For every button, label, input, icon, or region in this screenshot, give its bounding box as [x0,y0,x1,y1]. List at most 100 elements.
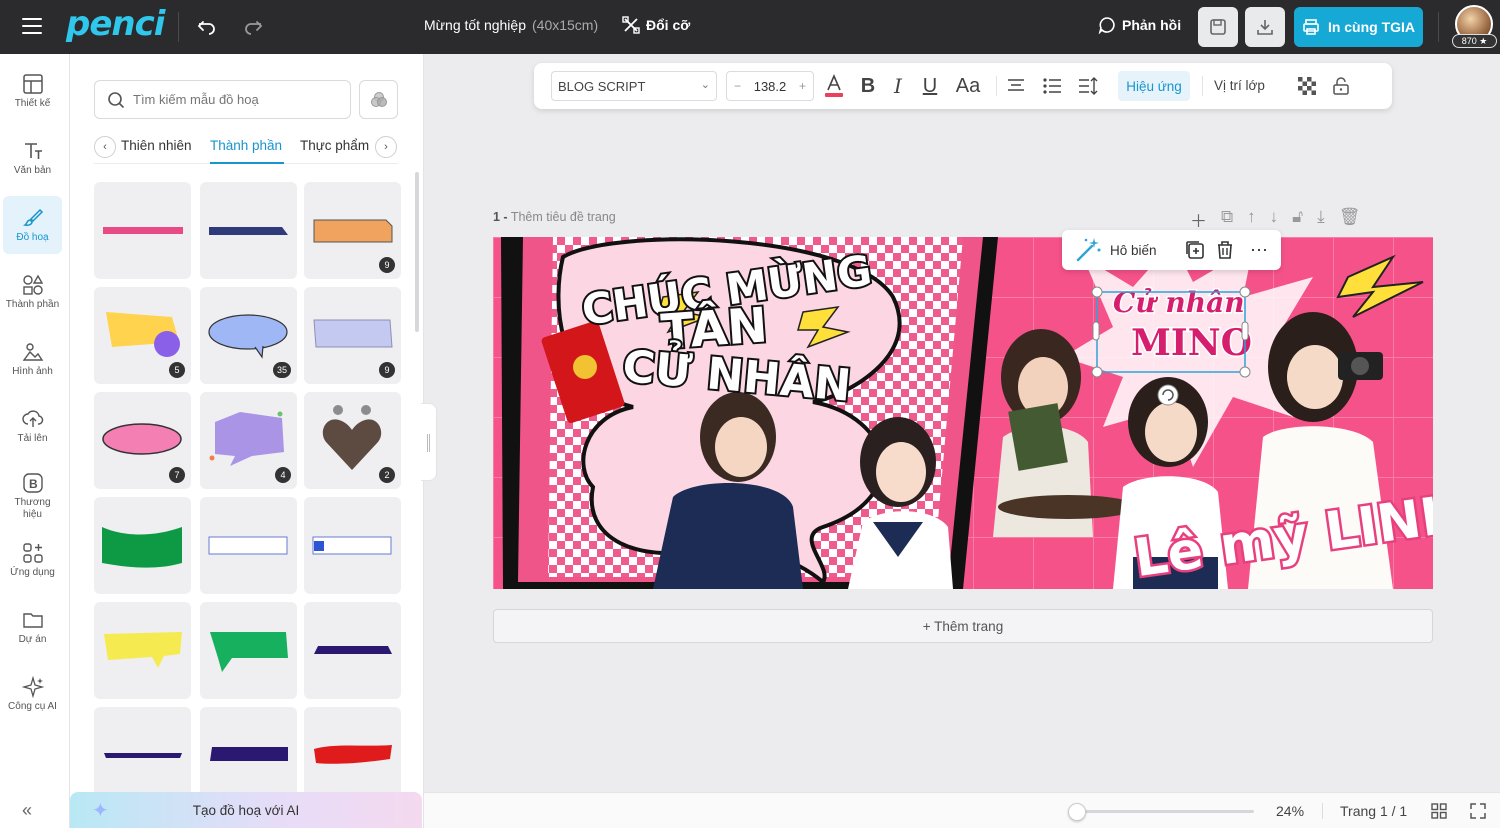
graphic-tile[interactable] [200,707,297,794]
underline-button[interactable]: U [918,71,942,101]
graphic-tile[interactable]: 4 [200,392,297,489]
tab-nature[interactable]: Thiên nhiên [121,138,192,153]
bold-button[interactable]: B [856,71,880,101]
spacing-button[interactable] [1076,71,1100,101]
increase-size-button[interactable]: + [799,79,806,93]
italic-button[interactable]: I [886,71,910,101]
more-options-icon[interactable]: ⋯ [1250,240,1269,261]
graphic-tile[interactable]: 9 [304,287,401,384]
color-filter-button[interactable] [359,80,398,119]
graphic-tile[interactable] [94,497,191,594]
graphic-tile[interactable]: 5 [94,287,191,384]
rail-item-images[interactable]: Hình ảnh [3,330,62,388]
tab-food[interactable]: Thực phẩm [300,138,369,153]
element-toolbar: Hô biến ⋯ [1062,230,1281,270]
resize-button[interactable]: Đổi cỡ [622,16,690,34]
text-color-button[interactable] [822,71,846,101]
effects-button[interactable]: Hiệu ứng [1118,71,1190,101]
list-button[interactable] [1040,71,1064,101]
rail-item-design[interactable]: Thiết kế [3,62,62,120]
export-page-icon[interactable]: ⤓ [1317,207,1325,232]
rail-item-text[interactable]: Văn bản [3,129,62,187]
document-title[interactable]: Mừng tốt nghiệp (40x15cm) [424,17,598,33]
save-button[interactable] [1198,7,1238,47]
document-size: (40x15cm) [532,17,599,33]
zoom-slider[interactable] [1068,810,1254,813]
search-input[interactable] [133,92,333,107]
font-size-stepper[interactable]: − 138.2 + [726,71,814,101]
search-box[interactable] [94,80,351,119]
magic-edit-button[interactable]: Hô biến [1110,243,1176,258]
graphic-tile[interactable] [304,497,401,594]
add-page-button[interactable]: + Thêm trang [493,609,1433,643]
variant-count-badge: 7 [169,467,185,483]
graphic-tile[interactable] [304,707,401,794]
chevron-left-icon[interactable]: ‹ [94,136,116,158]
duplicate-page-icon[interactable]: ⧉ [1221,207,1233,232]
rail-item-apps[interactable]: Ứng dụng [3,531,62,589]
align-center-button[interactable] [1004,71,1028,101]
duplicate-icon[interactable] [1184,239,1206,261]
menu-icon[interactable] [22,18,42,34]
rail-item-brand[interactable]: B Thương hiệu [3,464,62,528]
graphic-tile[interactable]: 2 [304,392,401,489]
rail-item-elements[interactable]: Thành phần [3,263,62,321]
graphic-tile[interactable] [94,602,191,699]
download-button[interactable] [1245,7,1285,47]
graphic-tile[interactable] [94,707,191,794]
font-select[interactable]: BLOG SCRIPT ⌄ [551,71,717,101]
lock-page-icon[interactable]: 🔓︎ [1292,207,1303,232]
graphic-tile[interactable]: 9 [304,182,401,279]
tab-components[interactable]: Thành phần [210,138,282,153]
graphics-grid: 9 5 35 9 7 4 2 [94,182,404,794]
graphic-tile[interactable] [200,497,297,594]
ai-generate-bar[interactable]: ✦ Tạo đồ hoạ với AI [70,792,422,828]
color-filter-icon [370,91,387,107]
chevron-down-icon: ⌄ [700,79,710,91]
letter-case-button[interactable]: Aa [952,71,984,101]
penci-logo[interactable]: penci [66,4,165,44]
layer-position-button[interactable]: Vị trí lớp [1214,78,1265,93]
graphic-tile[interactable]: 35 [200,287,297,384]
undo-icon[interactable] [194,14,220,40]
graphic-tile[interactable] [94,182,191,279]
graphic-tile[interactable]: 7 [94,392,191,489]
transparency-button[interactable] [1296,71,1318,101]
rail-item-projects[interactable]: Dự án [3,598,62,656]
move-up-icon[interactable]: ↑ [1247,207,1256,232]
panel-scrollbar[interactable] [415,172,419,332]
upload-icon [21,409,43,427]
divider [178,12,179,42]
page-title[interactable]: 1 - Thêm tiêu đề trang [493,210,616,224]
feedback-button[interactable]: Phản hồi [1098,16,1181,34]
zoom-level[interactable]: 24% [1276,803,1304,819]
collapse-rail-icon[interactable]: « [22,800,32,821]
font-size-value[interactable]: 138.2 [754,79,787,94]
panel-resize-handle[interactable] [421,403,437,481]
rail-item-graphics[interactable]: Đồ hoạ [3,196,62,254]
graphic-tile[interactable] [304,602,401,699]
rail-item-ai-tools[interactable]: Công cụ AI [3,665,62,723]
design-canvas[interactable]: CHÚC MỪNG TÂN CỬ NHÂN Cử nhân MINO Lê mỹ… [493,237,1433,589]
print-button[interactable]: In cùng TGIA [1294,7,1423,47]
fullscreen-icon[interactable] [1469,802,1487,820]
rail-label: Dự án [18,633,47,645]
lock-button[interactable] [1330,71,1352,101]
indigo-stripe-graphic [314,646,392,654]
rail-label: Thương hiệu [14,496,51,520]
zoom-slider-knob[interactable] [1068,803,1087,821]
page-title-placeholder[interactable]: Thêm tiêu đề trang [511,210,616,224]
trash-icon[interactable] [1214,239,1236,261]
graphic-tile[interactable] [200,602,297,699]
add-page-icon[interactable]: ＋ [1190,207,1207,232]
delete-page-icon[interactable]: 🗑︎ [1339,207,1361,232]
graphic-tile[interactable] [200,182,297,279]
rail-label: Hình ảnh [12,365,53,377]
rail-item-upload[interactable]: Tải lên [3,397,62,455]
chevron-right-icon[interactable]: › [375,136,397,158]
document-name[interactable]: Mừng tốt nghiệp [424,17,526,33]
grid-view-icon[interactable] [1430,802,1448,820]
redo-icon[interactable] [240,14,266,40]
move-down-icon[interactable]: ↓ [1270,207,1279,232]
decrease-size-button[interactable]: − [734,79,741,93]
